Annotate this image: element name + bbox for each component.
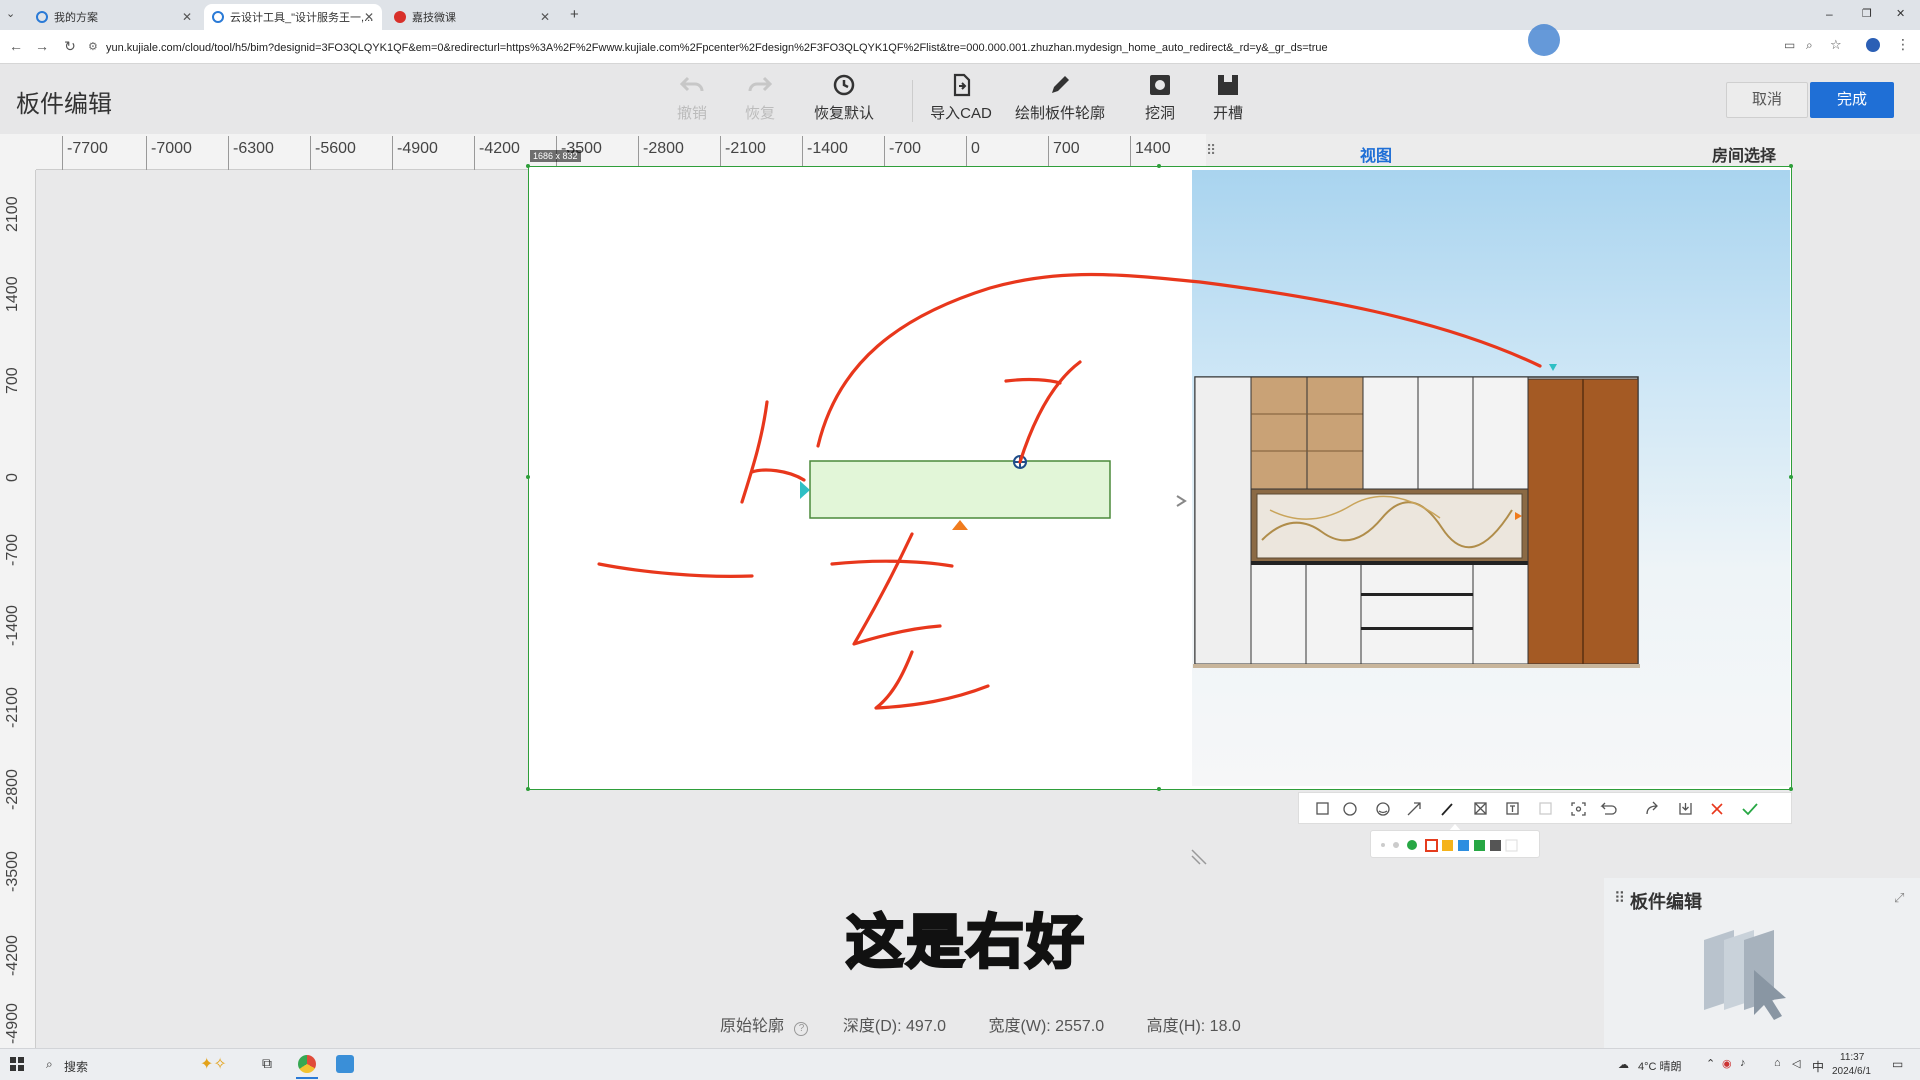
dimension-info: 原始轮廓 ? 深度(D): 497.0 宽度(W): 2557.0 高度(H):… xyxy=(720,1012,1241,1036)
panel-bottom-handle-icon[interactable] xyxy=(952,520,968,530)
color-picker xyxy=(1370,830,1540,858)
help-icon[interactable]: ? xyxy=(794,1022,809,1036)
text-icon[interactable] xyxy=(1506,802,1519,815)
color-swatch-yellow[interactable] xyxy=(1442,840,1453,851)
windows-start-icon[interactable] xyxy=(10,1057,24,1071)
chrome-taskbar-icon[interactable] xyxy=(298,1055,316,1073)
mini-panel-title: 板件编辑 xyxy=(1630,892,1702,912)
brush-size-small[interactable] xyxy=(1381,843,1385,847)
notification-icon[interactable]: ▭ xyxy=(1892,1057,1903,1071)
volume-icon[interactable]: ◁ xyxy=(1792,1057,1800,1070)
microphone-icon[interactable]: ♪ xyxy=(1740,1057,1746,1069)
brush-size-medium[interactable] xyxy=(1393,842,1399,848)
color-swatch-blue[interactable] xyxy=(1458,840,1469,851)
color-swatch-red[interactable] xyxy=(1425,839,1438,852)
capture-icon[interactable] xyxy=(1571,802,1586,816)
clock-date[interactable]: 2024/6/1 xyxy=(1832,1066,1871,1077)
network-icon[interactable]: ⌂ xyxy=(1774,1057,1781,1069)
weather-label[interactable]: 4°C 晴朗 xyxy=(1638,1058,1682,1074)
color-swatch-gray[interactable] xyxy=(1490,840,1501,851)
annotation-marker-icon xyxy=(1549,364,1557,371)
resize-grip-icon[interactable] xyxy=(1190,846,1212,868)
panel-rectangle[interactable] xyxy=(809,460,1111,519)
color-swatch-white[interactable] xyxy=(1505,839,1518,852)
expand-icon[interactable]: ⤢ xyxy=(1894,890,1904,906)
width-value: 宽度(W): 2557.0 xyxy=(988,1018,1105,1035)
taskbar-search-label[interactable]: 搜索 xyxy=(64,1058,88,1075)
share-icon[interactable] xyxy=(1646,801,1658,815)
windows-taskbar xyxy=(0,1048,1920,1080)
board-edit-illustration-icon xyxy=(1704,930,1786,1020)
annotation-toolbar xyxy=(1298,792,1792,824)
active-app-indicator xyxy=(296,1077,318,1079)
color-swatch-green[interactable] xyxy=(1474,840,1485,851)
cabinet-drawing xyxy=(1193,376,1640,668)
chevron-right-icon[interactable] xyxy=(1176,495,1187,507)
weather-icon[interactable]: ☁ xyxy=(1618,1058,1629,1071)
mosaic-icon[interactable] xyxy=(1474,802,1487,815)
tray-app-icon[interactable]: ◉ xyxy=(1722,1057,1732,1070)
app-taskbar-icon[interactable] xyxy=(336,1055,354,1073)
panel-left-handle-icon[interactable] xyxy=(800,481,810,499)
annotation-toolbar-icons xyxy=(1316,801,1758,816)
ellipse-icon[interactable] xyxy=(1343,802,1357,816)
save-icon[interactable] xyxy=(1679,803,1692,815)
undo-icon[interactable] xyxy=(1600,802,1617,815)
taskbar-search-icon[interactable]: ⌕ xyxy=(46,1057,53,1072)
arrow-icon[interactable] xyxy=(1407,802,1421,816)
clock-time[interactable]: 11:37 xyxy=(1840,1052,1864,1063)
height-value: 高度(H): 18.0 xyxy=(1146,1018,1241,1035)
task-view-icon[interactable]: ⧉ xyxy=(262,1055,272,1072)
confirm-icon[interactable] xyxy=(1742,803,1758,816)
color-swatches xyxy=(1381,839,1518,852)
rect-icon[interactable] xyxy=(1316,802,1329,815)
brush-size-large[interactable] xyxy=(1407,840,1417,850)
video-subtitle: 这是右好 xyxy=(844,909,1087,977)
ime-indicator[interactable]: 中 xyxy=(1812,1058,1824,1075)
original-outline-label: 原始轮廓 xyxy=(720,1018,785,1035)
drag-handle-icon[interactable]: ⠿ xyxy=(1614,889,1625,907)
depth-value: 深度(D): 497.0 xyxy=(842,1018,947,1035)
tray-chevron-icon[interactable]: ⌃ xyxy=(1706,1057,1715,1070)
copilot-sparkle-icon[interactable]: ✦✧ xyxy=(200,1054,227,1074)
close-icon[interactable] xyxy=(1711,803,1723,815)
pen-icon[interactable] xyxy=(1441,803,1453,816)
emoji-icon[interactable] xyxy=(1376,802,1390,816)
blur-icon[interactable] xyxy=(1539,802,1552,815)
